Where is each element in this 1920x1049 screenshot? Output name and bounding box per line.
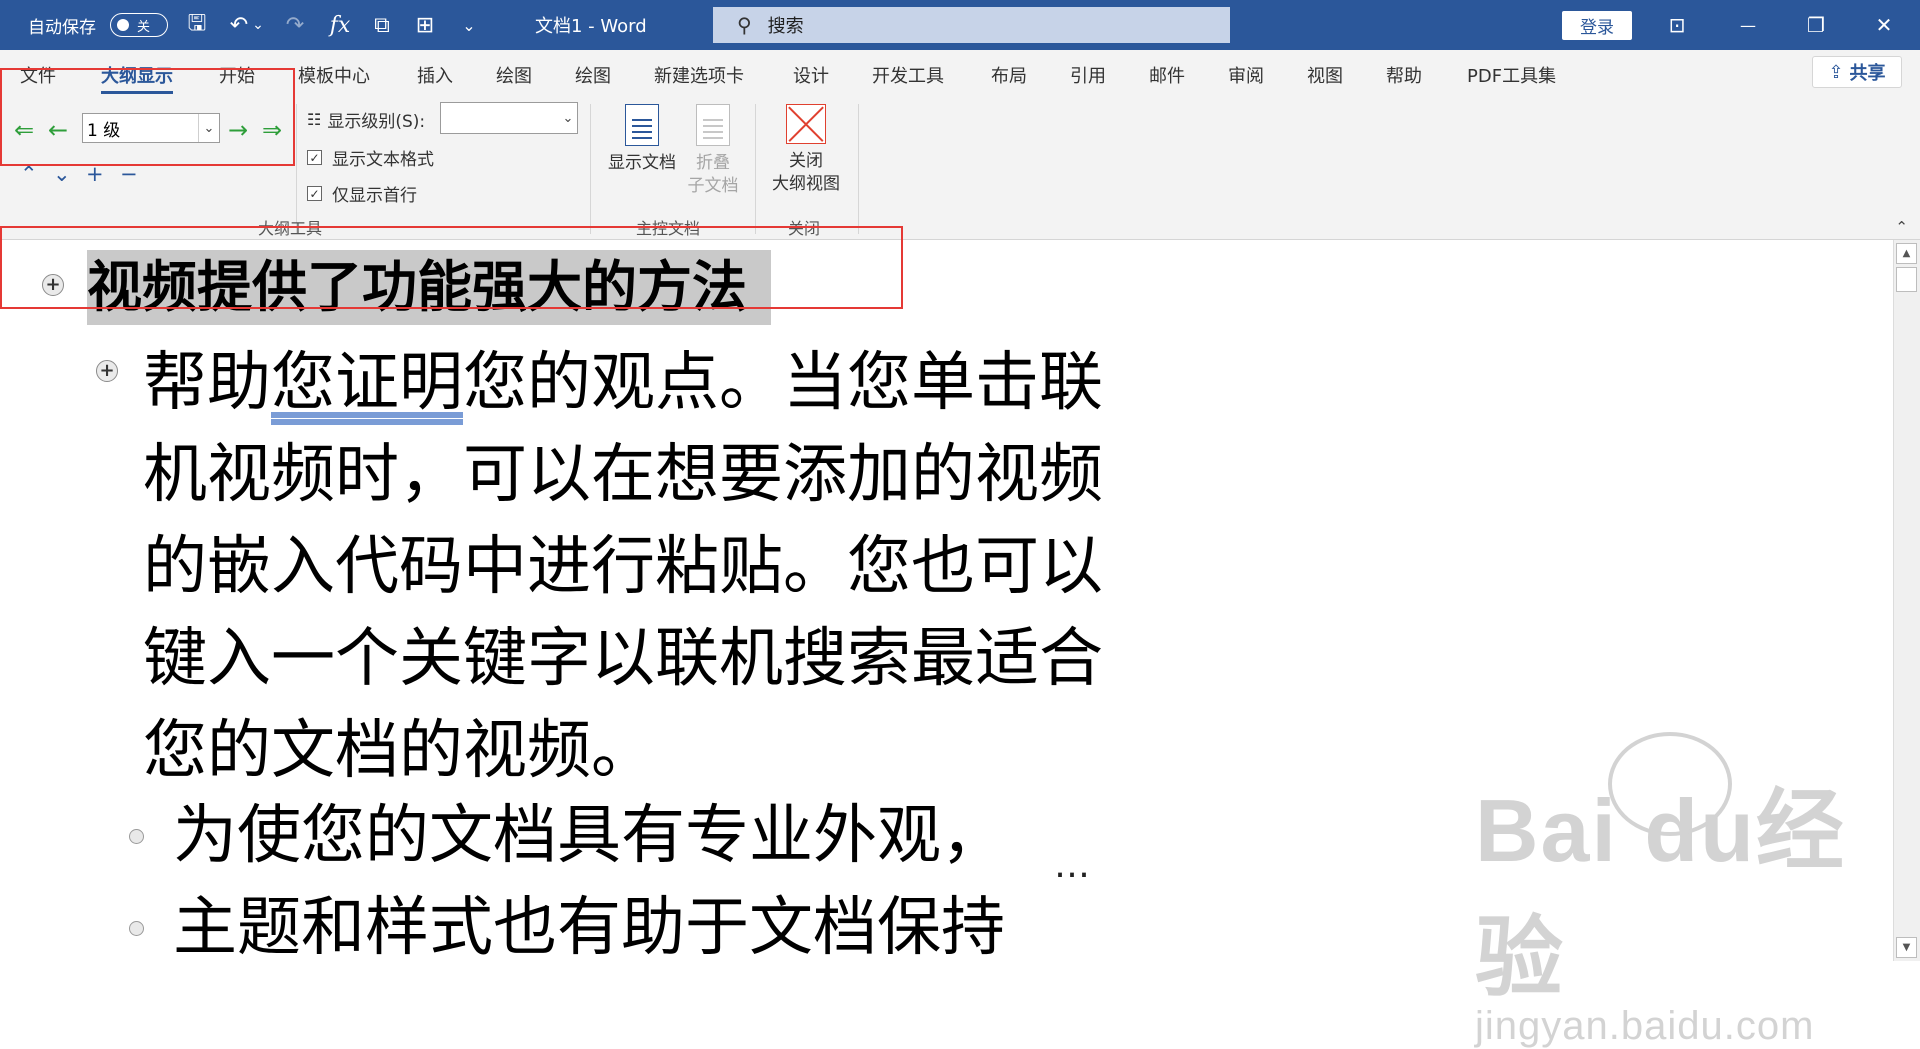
show-first-line-label: 仅显示首行 <box>332 186 417 206</box>
document-icon <box>625 104 659 146</box>
ribbon-separator <box>858 104 859 234</box>
redo-icon[interactable]: ↷ <box>278 0 312 50</box>
collapse-subdocuments-button[interactable]: 折叠 子文档 <box>668 104 758 198</box>
share-button[interactable]: ⇪ 共享 <box>1812 56 1902 88</box>
ribbon-display-options-icon[interactable]: ⊡ <box>1647 0 1707 50</box>
tab-insert[interactable]: 插入 <box>417 62 453 88</box>
tab-new-tab[interactable]: 新建选项卡 <box>654 62 744 88</box>
save-icon[interactable]: 🖫 <box>180 0 214 50</box>
body-text: 帮助 <box>143 346 271 420</box>
tab-mailings[interactable]: 邮件 <box>1149 62 1185 88</box>
paw-logo-icon <box>1608 732 1732 836</box>
scroll-down-icon[interactable]: ▼ <box>1896 937 1917 958</box>
annotation-box-heading <box>0 226 903 309</box>
show-text-formatting-row[interactable]: ✓ 显示文本格式 <box>307 145 434 170</box>
tab-review[interactable]: 审阅 <box>1228 62 1264 88</box>
close-icon[interactable]: ✕ <box>1854 0 1914 50</box>
show-level-select[interactable]: ⌄ <box>440 102 578 134</box>
show-first-line-row[interactable]: ✓ 仅显示首行 <box>307 181 417 206</box>
close-outline-view-button[interactable]: 关闭 大纲视图 <box>761 104 851 196</box>
scroll-up-icon[interactable]: ▲ <box>1896 243 1917 264</box>
body-text-bullet <box>129 829 144 844</box>
watermark-url: jingyan.baidu.com <box>1475 1004 1815 1048</box>
show-first-line-checkbox[interactable]: ✓ <box>307 186 322 201</box>
search-icon: ⚲ <box>737 13 752 37</box>
chevron-down-icon[interactable]: ⌄ <box>559 103 577 133</box>
tree-structure-icon[interactable]: ⊞ <box>408 0 442 50</box>
document-title: 文档1 - Word <box>535 16 647 37</box>
tab-references[interactable]: 引用 <box>1070 62 1106 88</box>
ribbon-separator <box>755 104 756 234</box>
title-bar: 自动保存 关 🖫 ↶ ⌄ ↷ fx ⧉ ⊞ ⌄ 文档1 - Word ⚲ 搜索 … <box>0 0 1920 50</box>
annotation-box-outline-tools <box>0 68 295 166</box>
search-placeholder: 搜索 <box>767 16 804 37</box>
minimize-icon[interactable]: — <box>1718 0 1778 50</box>
tab-view[interactable]: 视图 <box>1307 62 1343 88</box>
show-text-formatting-label: 显示文本格式 <box>332 150 434 170</box>
close-outline-label-2: 大纲视图 <box>772 174 840 194</box>
baidu-watermark: Bai du经验 jingyan.baidu.com <box>1475 732 1920 1049</box>
body-text-bullet <box>129 921 144 936</box>
collapse-subdocuments-label-2: 子文档 <box>687 176 739 196</box>
collapsed-text-ellipsis: … <box>1054 845 1090 886</box>
search-box[interactable]: ⚲ 搜索 <box>713 7 1230 43</box>
body-paragraph[interactable]: 主题和样式也有助于文档保持 <box>173 882 1005 974</box>
show-level-label: 显示级别(S): <box>327 112 426 132</box>
tab-layout[interactable]: 布局 <box>991 62 1027 88</box>
close-outline-icon <box>786 104 826 144</box>
tab-developer[interactable]: 开发工具 <box>872 62 944 88</box>
vertical-scrollbar[interactable]: ▲ ▼ <box>1893 240 1920 961</box>
body-paragraph[interactable]: 帮助您证明您的观点。当您单击联机视频时，可以在想要添加的视频的嵌入代码中进行粘贴… <box>143 337 1123 797</box>
customize-toolbar-icon[interactable]: ⌄ <box>452 0 486 50</box>
collapse-ribbon-icon[interactable]: ⌃ <box>1895 218 1908 236</box>
login-button[interactable]: 登录 <box>1562 11 1632 40</box>
share-label: 共享 <box>1849 63 1886 84</box>
tab-design[interactable]: 设计 <box>793 62 829 88</box>
tab-pdf-tools[interactable]: PDF工具集 <box>1467 62 1556 88</box>
tab-help[interactable]: 帮助 <box>1386 62 1422 88</box>
tab-draw-2[interactable]: 绘图 <box>575 62 611 88</box>
outline-expand-symbol[interactable]: + <box>96 360 118 382</box>
collapse-subdocuments-label-1: 折叠 <box>696 153 730 173</box>
autosave-label: 自动保存 <box>28 17 96 38</box>
show-text-formatting-checkbox[interactable]: ✓ <box>307 150 322 165</box>
fx-icon[interactable]: fx <box>323 0 357 50</box>
grammar-underlined-text: 您证明 <box>271 346 463 420</box>
close-outline-label-1: 关闭 <box>789 151 823 171</box>
tab-draw-1[interactable]: 绘图 <box>496 62 532 88</box>
show-level-row: ☷ 显示级别(S): <box>307 107 425 132</box>
autosave-toggle[interactable]: 关 <box>110 13 168 37</box>
tab-template-center[interactable]: 模板中心 <box>298 62 370 88</box>
screen-capture-icon[interactable]: ⧉ <box>365 0 399 50</box>
scroll-thumb[interactable] <box>1896 267 1917 292</box>
restore-icon[interactable]: ❐ <box>1786 0 1846 50</box>
ribbon-separator <box>590 104 591 234</box>
body-paragraph[interactable]: 为使您的文档具有专业外观， <box>173 790 1005 882</box>
share-icon: ⇪ <box>1828 61 1844 83</box>
subdocument-icon <box>696 104 730 146</box>
autosave-state: 关 <box>137 19 151 35</box>
undo-dropdown-icon[interactable]: ⌄ <box>248 0 268 50</box>
show-level-icon: ☷ <box>307 110 322 129</box>
toggle-knob <box>117 19 129 31</box>
